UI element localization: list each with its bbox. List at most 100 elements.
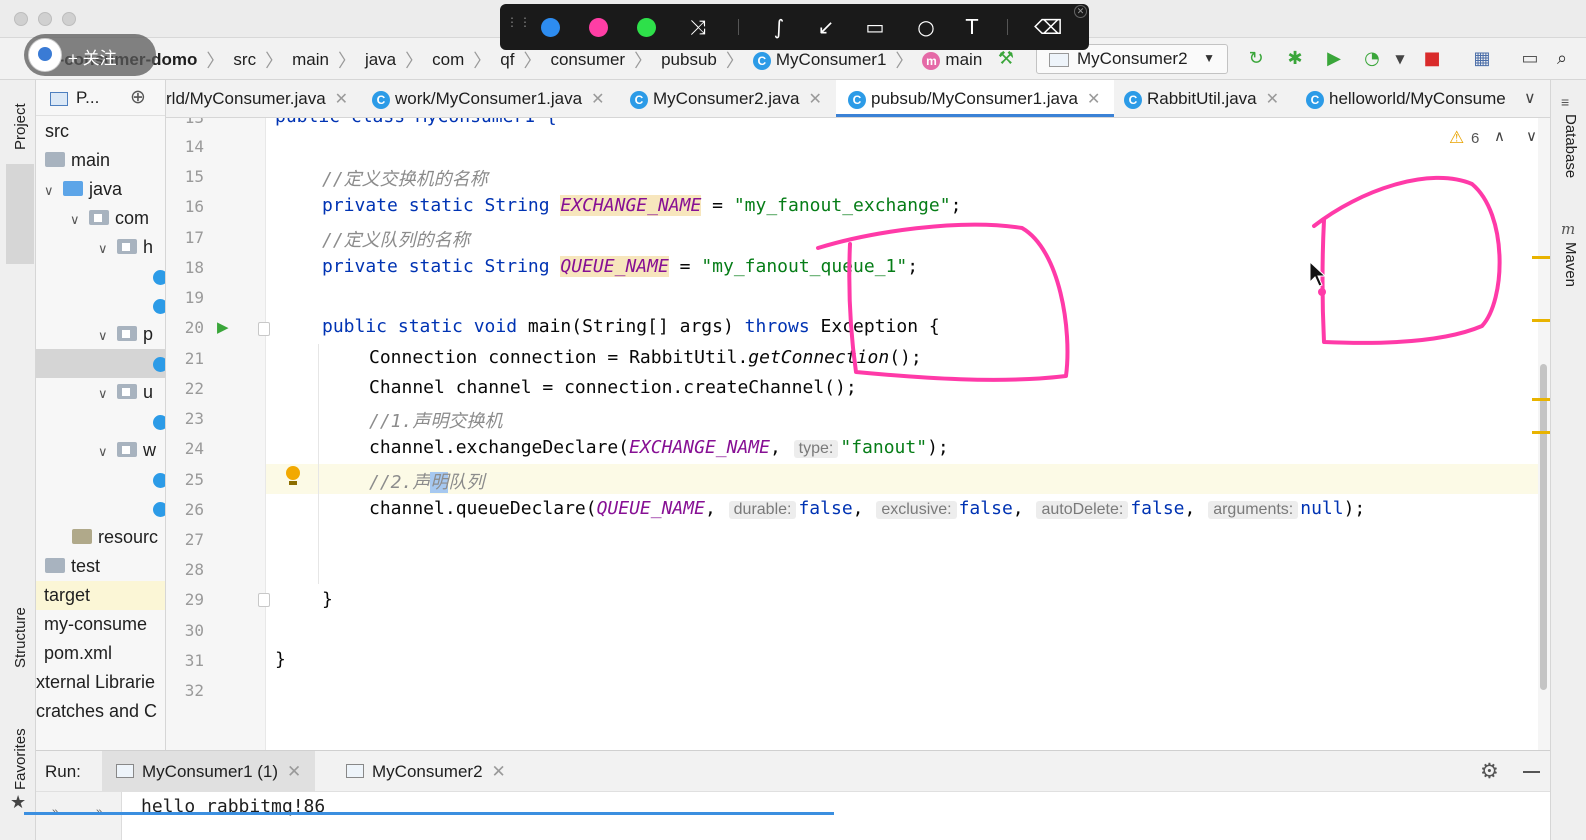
circle-icon[interactable]: ○ — [912, 13, 940, 41]
close-tab-icon[interactable]: ✕ — [1266, 91, 1279, 108]
editor-tab[interactable]: rld/MyConsumer.java ✕ — [166, 80, 348, 117]
arrow-icon[interactable]: ↙ — [812, 13, 840, 41]
tree-item[interactable]: my-consume — [36, 610, 165, 639]
project-tool-label[interactable]: Project — [12, 103, 29, 150]
warning-marker[interactable] — [1532, 398, 1550, 401]
shuffle-icon[interactable]: ⤨ — [684, 13, 712, 41]
warning-marker[interactable] — [1532, 431, 1550, 434]
warning-count[interactable]: 6 — [1471, 130, 1479, 147]
close-tab-icon[interactable]: ✕ — [492, 762, 506, 781]
structure-tool-label[interactable]: Structure — [12, 607, 29, 668]
tree-item[interactable]: ∨ w — [36, 436, 165, 466]
run-gutter-icon[interactable]: ▶ — [217, 318, 229, 336]
tree-item[interactable]: ∨ h — [36, 233, 165, 262]
tree-item[interactable] — [36, 291, 165, 320]
chevron-down-icon[interactable]: ▼ — [1388, 47, 1412, 71]
tree-item[interactable]: xternal Librarie — [36, 668, 165, 697]
project-panel-title[interactable]: P... — [76, 88, 99, 108]
stop-icon[interactable]: ■ — [1420, 47, 1444, 71]
breadcrumb-item[interactable]: src — [229, 50, 260, 70]
breadcrumb-item[interactable]: java — [361, 50, 400, 70]
gear-icon[interactable]: ⚙ — [1480, 759, 1499, 784]
editor-tab[interactable]: Cwork/MyConsumer1.java ✕ — [372, 80, 604, 117]
scrollbar-thumb[interactable] — [1540, 364, 1547, 690]
breadcrumb-item[interactable]: com — [428, 50, 468, 70]
layout-icon[interactable]: ▭ — [1518, 47, 1542, 71]
warning-marker[interactable] — [1532, 319, 1550, 322]
tree-item[interactable]: main — [36, 146, 165, 175]
drag-handle-icon[interactable]: ⋮⋮ — [506, 16, 531, 36]
run-tab[interactable]: MyConsumer2 ✕ — [332, 751, 520, 793]
editor-tab[interactable]: Chelloworld/MyConsume — [1306, 80, 1506, 117]
maven-icon[interactable]: m — [1561, 220, 1575, 238]
chevron-down-icon[interactable]: ∨ — [98, 437, 112, 466]
close-tab-icon[interactable]: ✕ — [287, 762, 301, 781]
debug-icon[interactable]: ✱ — [1283, 47, 1307, 71]
chevron-down-icon[interactable]: ∨ — [98, 321, 112, 350]
tree-item[interactable] — [36, 407, 165, 436]
close-tab-icon[interactable]: ✕ — [335, 91, 348, 108]
star-icon[interactable]: ★ — [10, 792, 26, 813]
editor-tab[interactable]: C RabbitUtil.java ✕ — [1124, 80, 1279, 117]
chevron-down-icon[interactable]: ∨ — [70, 205, 84, 234]
chevron-up-icon[interactable]: ∧ — [1494, 127, 1505, 145]
project-structure-icon[interactable]: ▦ — [1470, 47, 1494, 71]
eraser-icon[interactable]: ⌫ — [1034, 13, 1062, 41]
follow-badge[interactable]: + 关注 — [24, 34, 156, 76]
close-window-button[interactable] — [14, 12, 28, 26]
breadcrumb-item[interactable]: m main — [918, 50, 986, 70]
pink-color-swatch[interactable] — [589, 18, 608, 37]
fold-icon[interactable] — [258, 322, 270, 336]
tree-item[interactable] — [36, 262, 165, 291]
search-icon[interactable]: ⌕ — [1550, 47, 1574, 71]
rectangle-icon[interactable]: ▭ — [861, 13, 889, 41]
blue-color-swatch[interactable] — [541, 18, 560, 37]
tree-item[interactable]: test — [36, 552, 165, 581]
tree-item[interactable]: src — [36, 117, 165, 146]
run-with-coverage-icon[interactable]: ▶ — [1322, 47, 1346, 71]
database-icon[interactable]: ≡ — [1561, 94, 1569, 110]
warning-marker[interactable] — [1532, 256, 1550, 259]
editor-tab-active[interactable]: Cpubsub/MyConsumer1.java ✕ — [836, 80, 1114, 117]
fold-icon[interactable] — [258, 593, 270, 607]
chevron-down-icon[interactable]: ∨ — [1526, 127, 1537, 145]
tree-item[interactable]: cratches and C — [36, 697, 165, 726]
video-progress-bar[interactable] — [24, 812, 834, 815]
breadcrumb-item[interactable]: qf — [496, 50, 518, 70]
rerun-icon[interactable]: ↻ — [1244, 47, 1268, 71]
pen-icon[interactable]: ∫ — [765, 13, 793, 41]
lightbulb-icon[interactable] — [286, 466, 300, 480]
breadcrumb-item[interactable]: main — [288, 50, 333, 70]
chevron-down-icon[interactable]: ∨ — [98, 379, 112, 408]
favorites-tool-label[interactable]: Favorites — [12, 728, 29, 790]
chevron-down-icon[interactable]: ∨ — [1524, 80, 1536, 117]
tree-item[interactable]: pom.xml — [36, 639, 165, 668]
breadcrumb-item[interactable]: consumer — [546, 50, 629, 70]
tree-item[interactable]: ∨ p — [36, 320, 165, 350]
close-tab-icon[interactable]: ✕ — [808, 91, 821, 108]
profile-icon[interactable]: ◔ — [1360, 47, 1384, 71]
tree-item-selected[interactable] — [36, 349, 165, 378]
editor-tab[interactable]: C MyConsumer2.java ✕ — [630, 80, 822, 117]
minimize-window-button[interactable] — [38, 12, 52, 26]
tree-item[interactable]: resourc — [36, 523, 165, 552]
breadcrumb-item[interactable]: C MyConsumer1 — [749, 50, 891, 70]
chevron-down-icon[interactable]: ∨ — [44, 176, 58, 205]
close-icon[interactable]: ✕ — [1074, 5, 1087, 18]
close-tab-icon[interactable]: ✕ — [1087, 91, 1100, 108]
breadcrumb-item[interactable]: pubsub — [657, 50, 721, 70]
tree-item[interactable] — [36, 465, 165, 494]
minimize-panel-icon[interactable] — [1523, 771, 1540, 773]
close-tab-icon[interactable]: ✕ — [591, 91, 604, 108]
tree-item[interactable]: ∨ com — [36, 204, 165, 234]
run-tab[interactable]: MyConsumer1 (1) ✕ — [102, 751, 316, 793]
hammer-build-icon[interactable]: ⚒ — [994, 47, 1018, 71]
project-tool-button[interactable] — [6, 164, 34, 264]
tree-item[interactable]: ∨ u — [36, 378, 165, 408]
crosshair-icon[interactable]: ⊕ — [130, 86, 146, 109]
tree-item[interactable]: ∨ java — [36, 175, 165, 205]
tree-item[interactable]: target — [36, 581, 165, 610]
warning-icon[interactable]: ⚠ — [1449, 128, 1464, 148]
maven-tool-label[interactable]: Maven — [1562, 242, 1579, 287]
green-color-swatch[interactable] — [637, 18, 656, 37]
